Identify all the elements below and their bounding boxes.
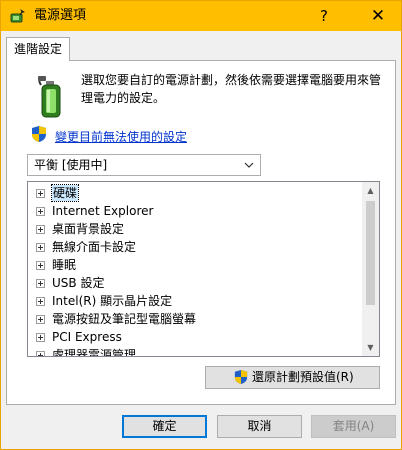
- title-bar[interactable]: 電源選項 ? ✕: [1, 1, 401, 31]
- power-settings-tree[interactable]: 硬碟 Internet Explorer 桌面背景設定 無線介面卡設定 睡眠 USB 設定…: [27, 181, 380, 357]
- expand-plus-icon[interactable]: [36, 225, 45, 234]
- tree-item[interactable]: 電源按鈕及筆記型電腦螢幕: [28, 310, 362, 328]
- tree-item-label: Internet Explorer: [52, 204, 154, 218]
- tree-item-label: 無線介面卡設定: [52, 240, 137, 254]
- scroll-thumb[interactable]: [366, 201, 375, 305]
- restore-button-label: 還原計劃預設值(R): [252, 370, 354, 384]
- description-text: 選取您要自訂的電源計劃，然後依需要選擇電腦要用來管理電力的設定。: [81, 73, 382, 105]
- power-plan-select[interactable]: 平衡 [使用中]: [27, 154, 261, 176]
- tree-item[interactable]: Internet Explorer: [28, 202, 362, 220]
- tree-item[interactable]: 硬碟: [28, 184, 362, 202]
- tree-item[interactable]: PCI Express: [28, 328, 362, 346]
- ok-button[interactable]: 確定: [122, 415, 207, 438]
- tree-item-label: 電源按鈕及筆記型電腦螢幕: [52, 312, 197, 326]
- close-button[interactable]: ✕: [355, 1, 401, 31]
- power-plan-select-value: 平衡 [使用中]: [34, 158, 108, 172]
- battery-plug-icon: [38, 76, 61, 118]
- expand-plus-icon[interactable]: [36, 207, 45, 216]
- expand-plus-icon[interactable]: [36, 315, 45, 324]
- tree-item[interactable]: 處理器電源管理: [28, 346, 362, 357]
- advanced-settings-panel: 選取您要自訂的電源計劃，然後依需要選擇電腦要用來管理電力的設定。 變更目前無法使…: [6, 60, 396, 405]
- help-button[interactable]: ?: [301, 1, 347, 31]
- power-options-icon: [10, 9, 25, 23]
- expand-plus-icon[interactable]: [36, 333, 45, 342]
- tree-item-label: USB 設定: [52, 276, 105, 290]
- change-unavailable-settings-link[interactable]: 變更目前無法使用的設定: [55, 128, 187, 145]
- scroll-up-icon[interactable]: ▲: [362, 182, 379, 199]
- expand-plus-icon[interactable]: [36, 189, 45, 198]
- tree-item-label: 處理器電源管理: [52, 348, 137, 357]
- uac-shield-icon: [234, 370, 248, 384]
- tree-item[interactable]: Intel(R) 顯示晶片設定: [28, 292, 362, 310]
- window-title: 電源選項: [34, 8, 87, 23]
- apply-button[interactable]: 套用(A): [311, 415, 396, 438]
- tree-item-label: 桌面背景設定: [52, 222, 125, 236]
- tree-item[interactable]: 桌面背景設定: [28, 220, 362, 238]
- tree-item-label: 硬碟: [50, 184, 80, 202]
- cancel-button[interactable]: 取消: [217, 415, 302, 438]
- tree-item[interactable]: USB 設定: [28, 274, 362, 292]
- tree-item[interactable]: 無線介面卡設定: [28, 238, 362, 256]
- tree-scrollbar[interactable]: ▲ ▼: [362, 182, 379, 356]
- tree-item-label: Intel(R) 顯示晶片設定: [52, 294, 173, 308]
- tree-item[interactable]: 睡眠: [28, 256, 362, 274]
- scroll-down-icon[interactable]: ▼: [362, 339, 379, 356]
- tree-item-label: PCI Express: [52, 330, 122, 344]
- expand-plus-icon[interactable]: [36, 351, 45, 356]
- power-options-window: 電源選項 ? ✕ 進階設定 選取您要自訂的電源計劃，然後依需要選擇電腦要用來管理…: [0, 0, 402, 450]
- expand-plus-icon[interactable]: [36, 279, 45, 288]
- tree-item-label: 睡眠: [52, 258, 77, 272]
- chevron-down-icon: [244, 162, 254, 168]
- tab-advanced-settings[interactable]: 進階設定: [6, 37, 70, 61]
- uac-shield-icon: [32, 126, 46, 142]
- expand-plus-icon[interactable]: [36, 297, 45, 306]
- restore-plan-defaults-button[interactable]: 還原計劃預設值(R): [205, 366, 380, 389]
- expand-plus-icon[interactable]: [36, 261, 45, 270]
- expand-plus-icon[interactable]: [36, 243, 45, 252]
